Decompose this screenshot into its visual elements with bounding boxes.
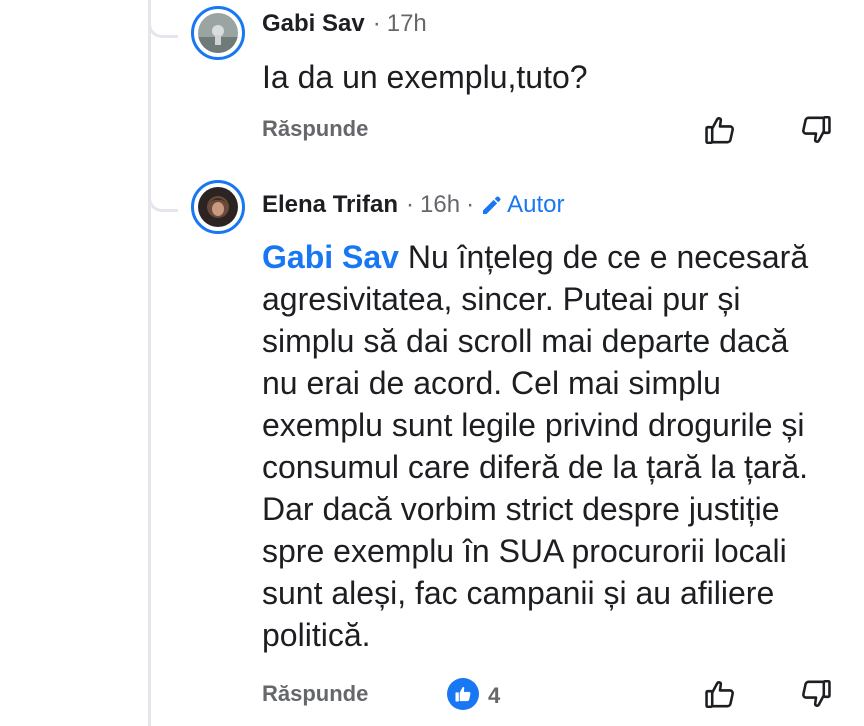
- author-badge-label: Autor: [507, 191, 565, 218]
- reply-button[interactable]: Răspunde: [262, 116, 368, 142]
- comment-text: Ia da un exemplu,tuto?: [262, 59, 588, 95]
- mention-link[interactable]: Gabi Sav: [262, 239, 399, 275]
- comment-text: Gabi Sav Nu înțeleg de ce e necesară agr…: [262, 236, 808, 656]
- comment-time[interactable]: 17h: [387, 10, 427, 38]
- comment-line: consumul care diferă de la țară la țară.: [262, 449, 809, 485]
- thumbs-down-icon[interactable]: [796, 110, 836, 150]
- avatar[interactable]: [191, 180, 245, 234]
- comment-header: Gabi Sav · 17h: [262, 10, 427, 38]
- avatar-image: [198, 187, 238, 227]
- meta-separator: ·: [466, 191, 475, 218]
- thread-connector: [148, 188, 178, 212]
- like-reaction-icon[interactable]: [447, 678, 479, 710]
- thumbs-up-icon[interactable]: [700, 110, 740, 150]
- comment-line: exemplu sunt legile privind drogurile și: [262, 407, 805, 443]
- author-badge: Autor: [480, 191, 564, 219]
- pencil-icon: [480, 193, 504, 217]
- avatar-image: [198, 13, 238, 53]
- comment-line: nu erai de acord. Cel mai simplu: [262, 365, 721, 401]
- reply-button[interactable]: Răspunde: [262, 681, 368, 707]
- comment-line: agresivitatea, sincer. Puteai pur și: [262, 281, 741, 317]
- comment-line: Dar dacă vorbim strict despre justiție: [262, 491, 780, 527]
- comment-line: Gabi Sav Nu înțeleg de ce e necesară: [262, 236, 808, 278]
- comment-line: spre exemplu în SUA procurorii locali: [262, 533, 787, 569]
- author-name[interactable]: Elena Trifan: [262, 191, 398, 219]
- comment-line: politică.: [262, 617, 371, 653]
- thread-connector: [148, 14, 178, 38]
- meta-separator: ·: [406, 191, 415, 218]
- thumbs-up-icon[interactable]: [700, 674, 740, 714]
- meta-separator: ·: [372, 10, 381, 37]
- comment-line-text: Nu înțeleg de ce e necesară: [398, 239, 809, 275]
- comment-time[interactable]: 16h: [420, 191, 460, 219]
- thumbs-down-icon[interactable]: [796, 674, 836, 714]
- comment-header: Elena Trifan · 16h · Autor: [262, 191, 564, 219]
- comment-line: simplu să dai scroll mai departe dacă: [262, 323, 789, 359]
- comment-line: sunt aleși, fac campanii și au afiliere: [262, 575, 775, 611]
- author-name[interactable]: Gabi Sav: [262, 10, 365, 38]
- thread-line: [148, 0, 151, 726]
- like-count[interactable]: 4: [488, 683, 500, 709]
- avatar[interactable]: [191, 6, 245, 60]
